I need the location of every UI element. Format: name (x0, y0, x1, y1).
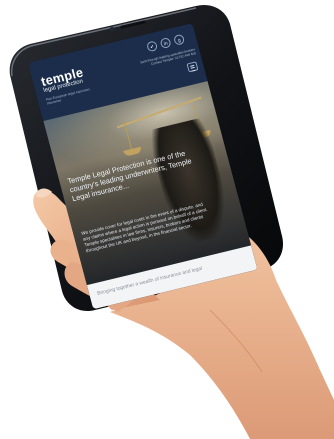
linkedin-icon[interactable]: in (159, 37, 172, 50)
menu-icon[interactable] (186, 61, 199, 73)
hero-body-text: We provide cover for legal costs in the … (80, 201, 208, 254)
header-contact: Sold through leading specialist brokers … (106, 47, 197, 77)
google-plus-icon[interactable]: g (173, 33, 186, 46)
camera-icon (109, 26, 115, 32)
twitter-icon[interactable]: ✔ (145, 40, 159, 53)
